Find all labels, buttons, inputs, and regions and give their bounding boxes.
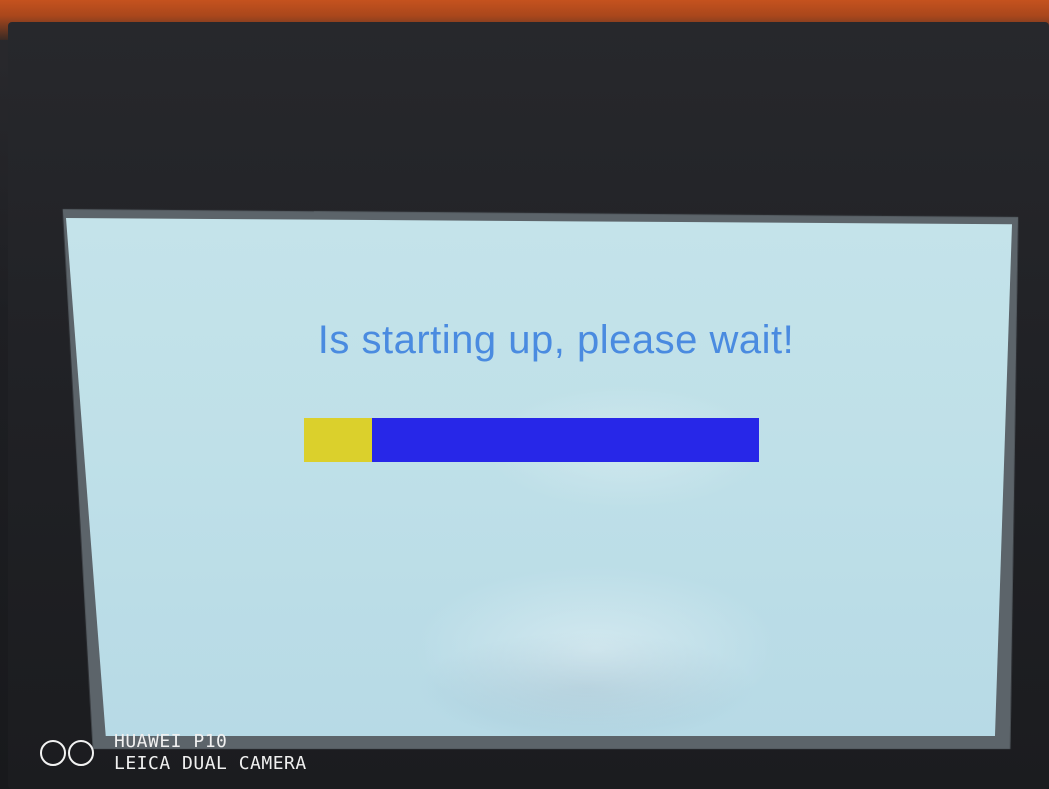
watermark-line-1: HUAWEI P10 [114, 731, 228, 752]
progress-track [304, 418, 759, 462]
leica-circles-icon [40, 740, 96, 766]
progress-fill [304, 418, 373, 462]
watermark-line-2: LEICA DUAL CAMERA [114, 753, 307, 774]
startup-progress-bar [304, 418, 759, 462]
startup-message: Is starting up, please wait! [317, 318, 795, 362]
camera-watermark: HUAWEI P10 LEICA DUAL CAMERA [40, 728, 307, 778]
watermark-text: HUAWEI P10 LEICA DUAL CAMERA [114, 731, 307, 775]
photo: Is starting up, please wait! HUAWEI P10 … [0, 0, 1049, 789]
display-screen: Is starting up, please wait! [66, 218, 1012, 736]
